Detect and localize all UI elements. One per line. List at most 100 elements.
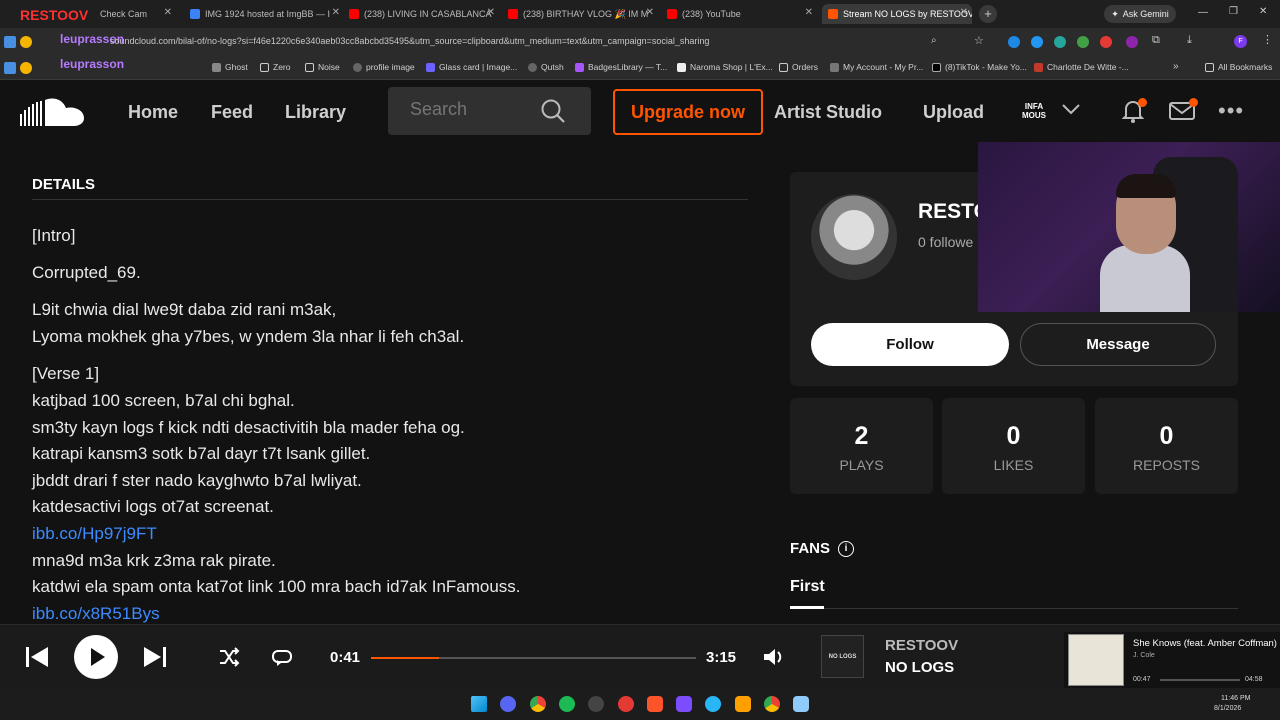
tab-imgbb[interactable]: IMG 1924 hosted at ImgBB — I ✕ (190, 4, 340, 24)
bookmark-charlotte-de-witte[interactable]: Charlotte De Witte -... (1034, 62, 1129, 72)
repeat-icon[interactable] (271, 646, 293, 673)
brave-icon[interactable] (647, 696, 663, 712)
spotify-album-art[interactable] (1068, 634, 1124, 686)
lyric-line: Corrupted_69. (32, 263, 141, 282)
close-icon[interactable]: ✕ (646, 7, 654, 18)
info-icon[interactable]: i (838, 540, 855, 557)
skip-forward-icon[interactable] (142, 644, 168, 675)
bookmark-my-account[interactable]: My Account - My Pr... (830, 62, 923, 72)
close-icon[interactable]: ✕ (164, 7, 172, 18)
url-field[interactable]: soundcloud.com/bilal-of/no-logs?si=f46e1… (110, 36, 709, 46)
tab-youtube[interactable]: (238) YouTube ✕ (667, 4, 813, 24)
extension-icon[interactable] (1100, 36, 1112, 48)
naroma-icon (677, 62, 686, 72)
more-dots-icon[interactable]: ••• (1218, 98, 1244, 124)
zoom-icon[interactable]: ⌕ (931, 35, 937, 46)
lyric-link[interactable]: ibb.co/x8R51Bys (32, 604, 160, 624)
obs-icon[interactable] (588, 696, 604, 712)
close-icon[interactable]: ✕ (805, 7, 813, 18)
chrome-icon[interactable] (530, 696, 546, 712)
tab-soundcloud-no-logs[interactable]: Stream NO LOGS by RESTOOV ✕ (822, 4, 972, 24)
discord-icon[interactable] (500, 696, 516, 712)
chrome-active-icon[interactable] (764, 696, 780, 712)
lyric-line: katdwi ela spam onta kat7ot link 100 mra… (32, 577, 521, 596)
chrome-canary-icon[interactable] (618, 696, 634, 712)
volume-icon[interactable] (762, 646, 786, 673)
bookmark-profile-image[interactable]: profile image (353, 62, 415, 72)
extension-icon[interactable] (20, 36, 32, 48)
tab-living-casablanca[interactable]: (238) LIVING IN CASABLANCA ✕ (349, 4, 495, 24)
taskbar-date[interactable]: 8/1/2026 (1214, 705, 1241, 712)
lyric-link[interactable]: ibb.co/Hp97j9FT (32, 524, 157, 544)
extension-icon[interactable] (1008, 36, 1020, 48)
user-avatar[interactable]: INFA MOUS (1018, 98, 1050, 126)
link-icon (353, 62, 362, 72)
maximize-icon[interactable]: ❐ (1229, 6, 1238, 17)
bookmark-star-icon[interactable]: ☆ (974, 34, 984, 47)
chevron-down-icon[interactable] (1060, 98, 1082, 125)
stat-plays[interactable]: 2 PLAYS (790, 398, 933, 494)
minimize-icon[interactable]: — (1198, 7, 1208, 18)
bookmark-ghost[interactable]: Ghost (212, 62, 248, 72)
bookmark-naroma-shop[interactable]: Naroma Shop | L'Ex... (677, 62, 773, 72)
menu-dots-icon[interactable]: ⋮ (1262, 33, 1273, 46)
spotify-icon[interactable] (559, 696, 575, 712)
bookmark-tiktok[interactable]: (8)TikTok - Make Yo... (932, 62, 1027, 72)
ask-gemini-button[interactable]: ✦ Ask Gemini (1104, 5, 1176, 23)
search-icon[interactable] (540, 98, 566, 124)
app-icon[interactable] (676, 696, 692, 712)
upgrade-now-button[interactable]: Upgrade now (613, 89, 763, 135)
now-playing-artwork[interactable]: NO LOGS (821, 635, 864, 678)
bookmark-zero[interactable]: Zero (260, 62, 290, 72)
notification-dot (1138, 98, 1147, 107)
chevron-right-icon[interactable]: » (1173, 61, 1179, 72)
extension-icon[interactable] (1077, 36, 1089, 48)
close-icon[interactable]: ✕ (487, 7, 495, 18)
message-button[interactable]: Message (1020, 323, 1216, 366)
windows-start-icon[interactable] (471, 696, 487, 712)
profile-avatar[interactable]: F (1234, 35, 1247, 48)
extension-icon[interactable] (4, 36, 16, 48)
bookmark-glass-card[interactable]: Glass card | Image... (426, 62, 517, 72)
close-window-icon[interactable]: ✕ (1259, 6, 1267, 17)
extension-icon[interactable] (1031, 36, 1043, 48)
extensions-icon[interactable]: ⧉ (1152, 34, 1160, 47)
artist-avatar[interactable] (811, 194, 897, 280)
close-icon[interactable]: ✕ (960, 7, 968, 18)
tab-birthday-vlog[interactable]: (238) BIRTHAY VLOG 🎉 IM M ✕ (508, 4, 654, 24)
extension-icon[interactable] (1054, 36, 1066, 48)
soundcloud-logo[interactable] (20, 96, 86, 128)
now-playing-title[interactable]: NO LOGS (885, 659, 954, 676)
now-playing-artist[interactable]: RESTOOV (885, 637, 958, 654)
all-bookmarks[interactable]: All Bookmarks (1205, 62, 1272, 72)
bookmark-qutsh[interactable]: Qutsh (528, 62, 564, 72)
follow-button[interactable]: Follow (811, 323, 1009, 366)
new-tab-button[interactable]: + (979, 5, 997, 23)
stat-reposts[interactable]: 0 REPOSTS (1095, 398, 1238, 494)
download-icon[interactable]: ⤓ (1187, 34, 1192, 47)
skip-back-icon[interactable] (24, 644, 50, 675)
spotify-progress-bar[interactable] (1160, 679, 1240, 681)
search-input[interactable] (410, 99, 540, 120)
bookmark-badges-library[interactable]: BadgesLibrary — T... (575, 62, 667, 72)
taskbar-time[interactable]: 11:46 PM (1221, 695, 1250, 702)
tab-fans-first[interactable]: First (790, 578, 825, 596)
play-icon (91, 648, 105, 666)
progress-bar[interactable] (371, 657, 696, 659)
shuffle-icon[interactable] (218, 646, 240, 673)
nav-artist-studio[interactable]: Artist Studio (774, 102, 882, 123)
telegram-icon[interactable] (705, 696, 721, 712)
play-button[interactable] (74, 635, 118, 679)
nav-feed[interactable]: Feed (211, 102, 253, 123)
bookmark-noise[interactable]: Noise (305, 62, 340, 72)
close-icon[interactable]: ✕ (332, 7, 340, 18)
extension-icon[interactable] (1126, 36, 1138, 48)
tab-check-cam[interactable]: Check Cam ✕ (100, 4, 172, 24)
app-icon[interactable] (735, 696, 751, 712)
nav-home[interactable]: Home (128, 102, 178, 123)
bookmark-orders[interactable]: Orders (779, 62, 818, 72)
nav-library[interactable]: Library (285, 102, 346, 123)
app-icon[interactable] (793, 696, 809, 712)
nav-upload[interactable]: Upload (923, 102, 984, 123)
stat-likes[interactable]: 0 LIKES (942, 398, 1085, 494)
